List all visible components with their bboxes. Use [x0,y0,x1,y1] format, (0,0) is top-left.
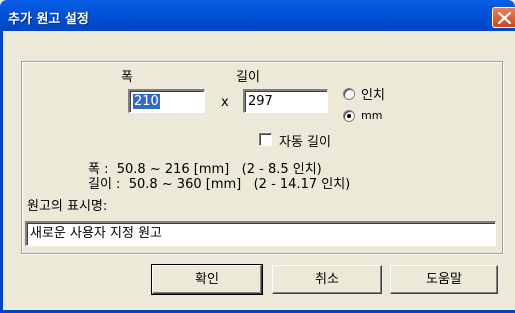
unit-inch-label: 인치 [361,88,385,103]
unit-mm-label: mm [361,109,383,122]
close-icon [498,12,511,24]
display-name-value: 새로운 사용자 지정 원고 [30,226,162,241]
width-input[interactable]: 210 [128,89,205,113]
length-input-value: 297 [248,94,273,109]
width-input-value: 210 [133,94,160,109]
auto-length-checkbox[interactable] [259,133,272,146]
window-title: 추가 원고 설정 [8,12,89,27]
length-range-text: 길이 : 50.8 ~ 360 [mm] (2 - 14.17 인치) [88,177,351,192]
width-label: 폭 [121,70,133,85]
display-name-label: 원고의 표시명: [27,199,108,214]
length-input[interactable]: 297 [243,89,328,113]
title-bar: 추가 원고 설정 [0,0,515,31]
display-name-input[interactable]: 새로운 사용자 지정 원고 [25,221,496,246]
close-button[interactable] [492,7,515,28]
unit-inch-radio[interactable] [343,88,355,100]
length-label: 길이 [236,70,260,85]
unit-mm-radio[interactable] [343,110,355,122]
help-button[interactable]: 도움말 [390,265,498,294]
auto-length-label: 자동 길이 [279,135,331,150]
window-border-left [0,31,3,313]
cancel-button[interactable]: 취소 [272,265,382,294]
ok-button[interactable]: 확인 [151,264,263,295]
times-sign: x [221,95,229,110]
